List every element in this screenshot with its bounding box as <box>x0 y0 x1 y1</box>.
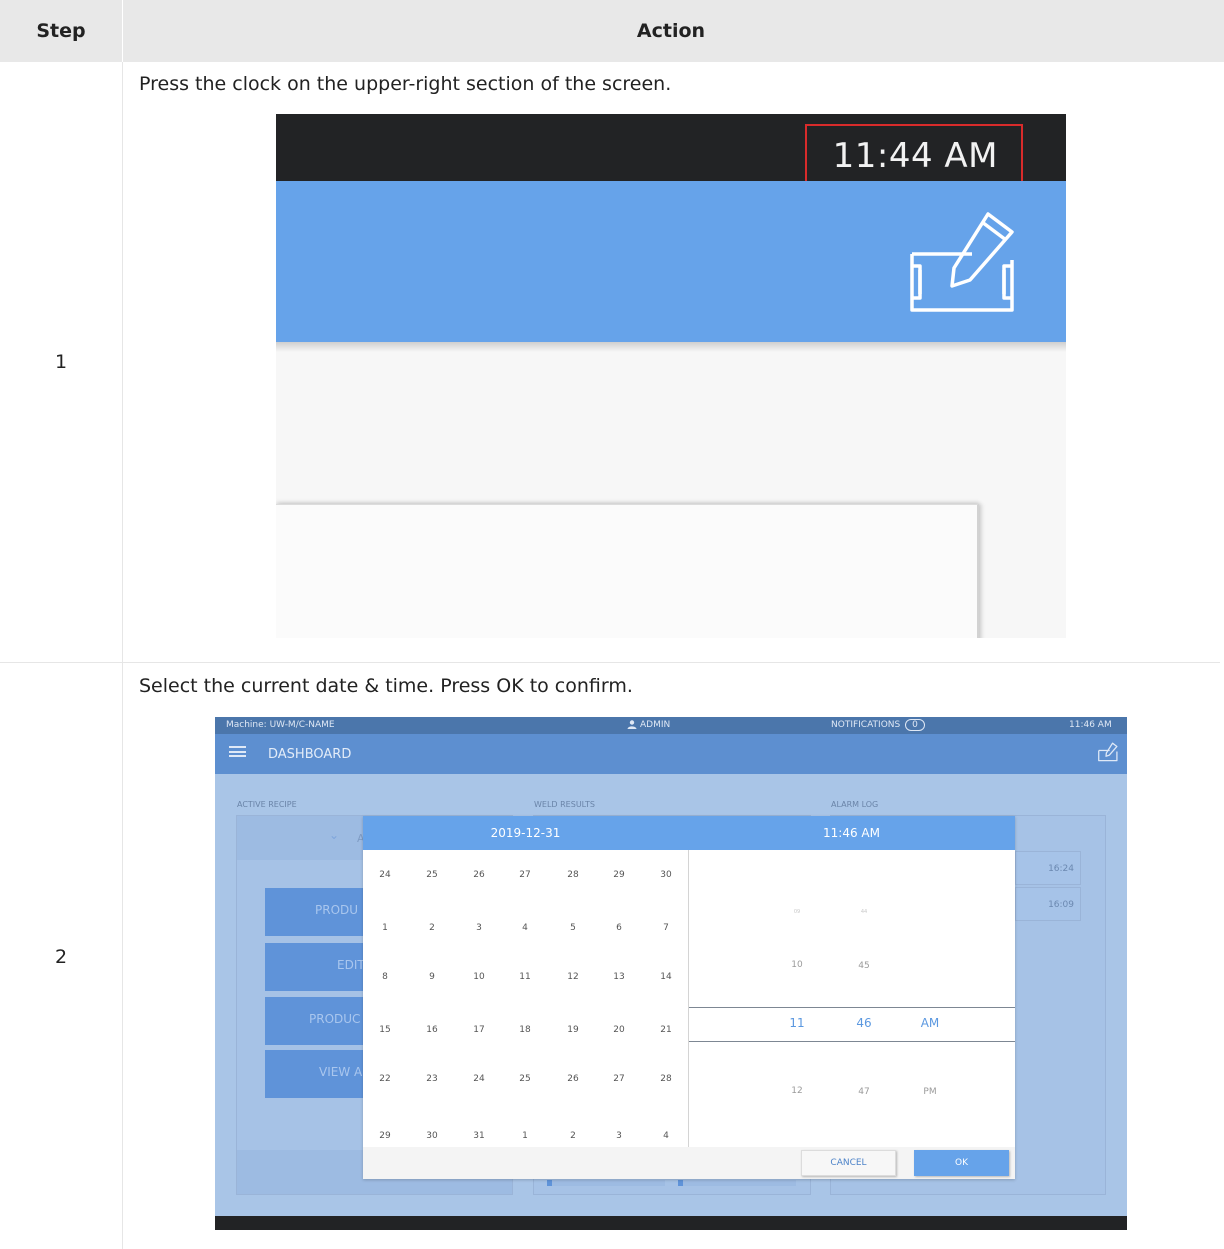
calendar-day[interactable]: 30 <box>417 1131 447 1141</box>
calendar-day[interactable]: 8 <box>370 972 400 982</box>
table-header: Step Action <box>0 0 1224 62</box>
menu-icon[interactable] <box>229 746 246 757</box>
dialog-divider <box>688 850 689 1147</box>
calendar-day[interactable]: 1 <box>370 923 400 933</box>
calendar-day[interactable]: 31 <box>464 1131 494 1141</box>
calendar-day[interactable]: 22 <box>370 1074 400 1084</box>
calendar-day[interactable]: 14 <box>651 972 681 982</box>
period-selected[interactable]: AM <box>910 1016 950 1030</box>
calendar-day[interactable]: 27 <box>604 1074 634 1084</box>
step-1-screenshot: 11:44 AM <box>276 114 1066 638</box>
user-icon <box>627 720 637 732</box>
calendar-day[interactable]: 26 <box>464 870 494 880</box>
chevron-down-icon: ⌄ <box>329 828 340 842</box>
column-header-alarm-log: ALARM LOG <box>831 800 879 809</box>
calendar-day[interactable]: 7 <box>651 923 681 933</box>
calendar-day[interactable]: 24 <box>464 1074 494 1084</box>
machine-name: Machine: UW-M/C-NAME <box>226 720 335 730</box>
calendar-day[interactable]: 4 <box>510 923 540 933</box>
date-time-dialog: 2019-12-31 11:46 AM 24 25 26 27 28 29 30 1 2 3 4 5 6… <box>363 816 1015 1179</box>
calendar-day[interactable]: 27 <box>510 870 540 880</box>
calendar-day[interactable]: 15 <box>370 1025 400 1035</box>
calendar-day[interactable]: 19 <box>558 1025 588 1035</box>
cancel-button[interactable]: CANCEL <box>801 1150 896 1176</box>
minute-faint[interactable]: 44 <box>844 909 884 915</box>
hour-above[interactable]: 10 <box>777 960 817 970</box>
nav-bar: DASHBOARD <box>215 734 1127 774</box>
user-name[interactable]: ADMIN <box>640 720 670 730</box>
selected-date[interactable]: 2019-12-31 <box>363 826 688 840</box>
calendar-day[interactable]: 3 <box>464 923 494 933</box>
calendar-day[interactable]: 10 <box>464 972 494 982</box>
column-header-weld-results: WELD RESULTS <box>534 800 595 809</box>
hour-faint[interactable]: 09 <box>777 909 817 915</box>
calendar-day[interactable]: 6 <box>604 923 634 933</box>
column-divider <box>122 62 123 1249</box>
edit-tablet-icon[interactable] <box>1098 742 1118 766</box>
calendar-day[interactable]: 25 <box>417 870 447 880</box>
period-below[interactable]: PM <box>910 1087 950 1097</box>
minute-selected[interactable]: 46 <box>844 1016 884 1030</box>
calendar-day[interactable]: 30 <box>651 870 681 880</box>
step-number-1: 1 <box>54 351 68 373</box>
top-clock[interactable]: 11:46 AM <box>1069 720 1112 730</box>
calendar-day[interactable]: 28 <box>558 870 588 880</box>
picker-top-line <box>689 1007 1015 1008</box>
top-status-bar: Machine: UW-M/C-NAME ADMIN NOTIFICATIONS… <box>215 717 1127 734</box>
calendar-day[interactable]: 24 <box>370 870 400 880</box>
bottom-bar <box>215 1216 1127 1230</box>
weld-bar <box>678 1180 796 1186</box>
step-number-2: 2 <box>54 946 68 968</box>
calendar-day[interactable]: 23 <box>417 1074 447 1084</box>
column-header-active-recipe: ACTIVE RECIPE <box>237 800 297 809</box>
ok-button[interactable]: OK <box>914 1150 1009 1176</box>
picker-bottom-line <box>689 1041 1015 1042</box>
weld-bar <box>547 1180 665 1186</box>
calendar-day[interactable]: 9 <box>417 972 447 982</box>
step-2-screenshot: Machine: UW-M/C-NAME ADMIN NOTIFICATIONS… <box>215 717 1127 1230</box>
calendar-day[interactable]: 29 <box>604 870 634 880</box>
calendar-day[interactable]: 16 <box>417 1025 447 1035</box>
content-card <box>276 504 979 638</box>
calendar-day[interactable]: 18 <box>510 1025 540 1035</box>
calendar-day[interactable]: 3 <box>604 1131 634 1141</box>
header-step: Step <box>36 20 86 42</box>
calendar-day[interactable]: 25 <box>510 1074 540 1084</box>
step-2-instruction: Select the current date & time. Press OK… <box>139 675 633 697</box>
calendar-day[interactable]: 11 <box>510 972 540 982</box>
alarm-log-row[interactable]: 16:24 <box>1015 851 1081 885</box>
notifications-count-badge[interactable]: 0 <box>905 719 925 731</box>
row-divider <box>0 662 1220 663</box>
calendar-day[interactable]: 13 <box>604 972 634 982</box>
calendar-day[interactable]: 21 <box>651 1025 681 1035</box>
step-1-instruction: Press the clock on the upper-right secti… <box>139 73 672 95</box>
dialog-footer: CANCEL OK <box>363 1147 1015 1179</box>
calendar-day[interactable]: 29 <box>370 1131 400 1141</box>
calendar-day[interactable]: 5 <box>558 923 588 933</box>
header-action: Action <box>636 20 706 42</box>
minute-below[interactable]: 47 <box>844 1087 884 1097</box>
calendar-day[interactable]: 26 <box>558 1074 588 1084</box>
header-shadow <box>276 342 1066 352</box>
calendar-day[interactable]: 17 <box>464 1025 494 1035</box>
hour-selected[interactable]: 11 <box>777 1016 817 1030</box>
calendar-day[interactable]: 2 <box>417 923 447 933</box>
calendar-day[interactable]: 4 <box>651 1131 681 1141</box>
selected-time[interactable]: 11:46 AM <box>688 826 1015 840</box>
hour-below[interactable]: 12 <box>777 1086 817 1096</box>
calendar-day[interactable]: 28 <box>651 1074 681 1084</box>
minute-above[interactable]: 45 <box>844 961 884 971</box>
calendar-day[interactable]: 12 <box>558 972 588 982</box>
edit-tablet-icon[interactable] <box>908 210 1018 319</box>
alarm-log-row[interactable]: 16:09 <box>1015 887 1081 921</box>
dialog-header: 2019-12-31 11:46 AM <box>363 816 1015 850</box>
page-title: DASHBOARD <box>268 747 352 762</box>
calendar-day[interactable]: 20 <box>604 1025 634 1035</box>
calendar-day[interactable]: 1 <box>510 1131 540 1141</box>
calendar-day[interactable]: 2 <box>558 1131 588 1141</box>
notifications-label[interactable]: NOTIFICATIONS <box>831 720 900 730</box>
